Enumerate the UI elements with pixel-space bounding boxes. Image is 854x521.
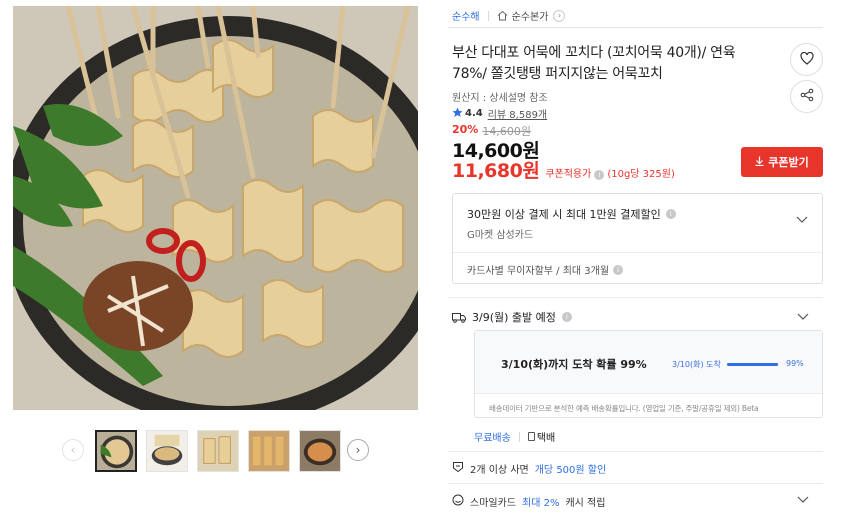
divider: [448, 483, 823, 484]
chevron-right-icon[interactable]: ›: [553, 9, 566, 22]
payment-headline: 30만원 이상 결제 시 최대 1만원 결제할인: [467, 208, 661, 221]
arrival-probability-bar: [727, 363, 779, 366]
share-button[interactable]: [790, 80, 823, 113]
delivery-estimate-box: 3/10(화)까지 도착 확률 99% 3/10(화) 도착 99% 배송데이터…: [474, 330, 823, 418]
unit-price: (10g당 325원): [607, 169, 675, 180]
thumb-prev-button[interactable]: ‹: [62, 439, 84, 461]
payment-benefit-card[interactable]: 30만원 이상 결제 시 최대 1만원 결제할인 i G마켓 삼성카드 카드사별…: [452, 193, 823, 284]
coupon-price-row: 11,680원 쿠폰적용가 i (10g당 325원): [452, 156, 675, 183]
star-icon: [452, 107, 463, 121]
main-product-image[interactable]: [13, 6, 418, 410]
wishlist-button[interactable]: [790, 43, 823, 76]
review-count-link[interactable]: 리뷰 8,589개: [488, 106, 547, 121]
rating-score: 4.4: [465, 108, 483, 119]
chevron-left-icon: ‹: [70, 443, 76, 457]
estimate-note: 배송데이터 기반으로 분석한 예측 배송확률입니다. (영업일 기준, 주말/공…: [489, 404, 759, 413]
smile-card-icon: [452, 494, 464, 509]
chevron-down-icon[interactable]: [797, 310, 809, 323]
shipping-row[interactable]: 3/9(월) 출발 예정 i: [452, 309, 823, 325]
free-shipping-link[interactable]: 무료배송: [474, 429, 511, 444]
shipping-method-row: 무료배송 택배: [474, 429, 555, 444]
home-icon: [497, 10, 508, 21]
coupon-download-button[interactable]: 쿠폰받기: [741, 147, 823, 177]
bulk-discount-highlight: 개당 500원 할인: [534, 465, 607, 476]
rating-row: 4.4 리뷰 8,589개: [452, 106, 547, 121]
share-icon: [800, 87, 814, 106]
divider: [453, 252, 822, 253]
thumbnail[interactable]: [248, 430, 290, 472]
info-icon[interactable]: i: [594, 170, 605, 180]
divider: [448, 27, 823, 28]
thumbnail-strip: [95, 430, 341, 472]
coupon-price-label: 쿠폰적용가: [545, 169, 592, 180]
download-icon: [755, 156, 764, 169]
arrival-probability-fill: [727, 363, 779, 366]
store-link[interactable]: 순수본가: [512, 8, 549, 23]
coupon-tag-icon: [452, 461, 464, 476]
coupon-button-label: 쿠폰받기: [768, 156, 809, 169]
seller-link[interactable]: 순수해: [452, 8, 480, 23]
arrival-mini-label: 3/10(화) 도착: [672, 360, 721, 369]
smilecard-row[interactable]: 스마일카드 최대 2% 캐시 적립: [452, 494, 823, 509]
divider: [518, 431, 520, 442]
info-icon[interactable]: i: [665, 209, 676, 219]
bulk-discount-row: 2개 이상 사면 개당 500원 할인: [452, 461, 606, 476]
thumbnail[interactable]: [299, 430, 341, 472]
divider: [448, 451, 823, 452]
departure-date: 3/9(월) 출발 예정: [472, 311, 556, 324]
installment-row: 카드사별 무이자할부 / 최대 3개월 i: [467, 262, 624, 277]
estimate-summary: 3/10(화)까지 도착 확률 99% 3/10(화) 도착 99%: [475, 331, 822, 394]
thumb-next-button[interactable]: ›: [347, 439, 369, 461]
product-info-panel: 순수해 순수본가 › 부산 다대포 어묵에 꼬치다 (꼬치어묵 40개)/ 연육…: [448, 0, 824, 521]
thumbnail[interactable]: [95, 430, 137, 472]
thumbnail[interactable]: [146, 430, 188, 472]
card-name: G마켓 삼성카드: [467, 230, 534, 241]
smilecard-highlight: 최대 2%: [522, 498, 560, 509]
thumbnail[interactable]: [197, 430, 239, 472]
bulk-discount-prefix: 2개 이상 사면: [470, 465, 529, 476]
divider: [487, 10, 489, 21]
heart-icon: [799, 50, 814, 69]
arrival-percent: 99%: [786, 359, 804, 368]
breadcrumb: 순수해 순수본가 ›: [452, 8, 566, 23]
arrival-headline: 3/10(화)까지 도착 확률 99%: [501, 358, 647, 371]
courier-label: 택배: [536, 433, 556, 444]
installment-text: 카드사별 무이자할부 / 최대 3개월: [467, 266, 610, 277]
divider: [448, 297, 823, 298]
origin-text: 원산지 : 상세설명 참조: [452, 93, 548, 104]
chevron-right-icon: ›: [355, 443, 361, 457]
info-icon[interactable]: i: [561, 312, 572, 322]
chevron-down-icon[interactable]: [797, 495, 809, 506]
truck-icon: [452, 312, 466, 323]
courier-tag: 택배: [527, 429, 556, 444]
smilecard-prefix: 스마일카드: [470, 498, 516, 509]
coupon-price: 11,680원: [452, 160, 540, 182]
box-icon: [527, 432, 535, 441]
smilecard-suffix: 캐시 적립: [565, 498, 606, 509]
info-icon[interactable]: i: [613, 264, 624, 275]
chevron-down-icon[interactable]: [796, 208, 808, 227]
payment-headline-row: 30만원 이상 결제 시 최대 1만원 결제할인 i: [467, 206, 676, 222]
product-title: 부산 다대포 어묵에 꼬치다 (꼬치어묵 40개)/ 연육 78%/ 쫄깃탱탱 …: [452, 45, 736, 82]
